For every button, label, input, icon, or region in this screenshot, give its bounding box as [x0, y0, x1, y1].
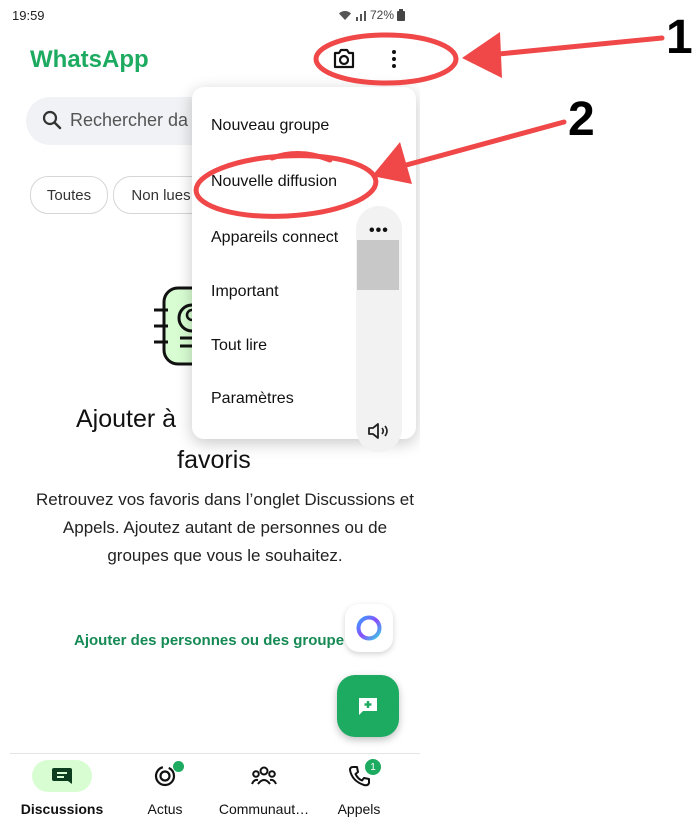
chat-icon — [52, 768, 72, 784]
search-icon — [42, 110, 62, 130]
updates-dot — [173, 761, 184, 772]
menu-item-new-group[interactable]: Nouveau groupe — [211, 117, 329, 135]
nav-label: Actus — [147, 801, 183, 817]
bottom-nav-divider — [10, 753, 420, 754]
meta-ai-icon — [356, 615, 382, 641]
status-indicators: 72% — [338, 8, 406, 22]
nav-label: Communaut… — [218, 801, 310, 817]
calls-badge: 1 — [365, 759, 381, 775]
new-chat-icon — [359, 698, 377, 715]
empty-state-title-line2: favoris — [177, 446, 251, 474]
speaker-icon[interactable] — [366, 420, 392, 442]
nav-label: Discussions — [20, 801, 104, 817]
arrow-1-head — [462, 32, 502, 78]
menu-item-settings[interactable]: Paramètres — [211, 390, 294, 408]
app-title: WhatsApp — [30, 46, 149, 73]
menu-item-new-broadcast[interactable]: Nouvelle diffusion — [211, 173, 337, 191]
communities-icon — [251, 766, 277, 785]
meta-ai-button[interactable] — [345, 604, 393, 652]
menu-item-read-all[interactable]: Tout lire — [211, 337, 267, 355]
battery-icon — [397, 9, 406, 21]
camera-icon — [333, 48, 355, 69]
volume-slider[interactable] — [357, 240, 399, 290]
status-time: 19:59 — [12, 8, 45, 23]
more-options-icon — [392, 50, 396, 54]
camera-button[interactable] — [332, 48, 356, 70]
search-input[interactable]: Rechercher da — [70, 110, 188, 131]
signal-icon — [356, 10, 366, 21]
nav-communities[interactable]: Communaut… — [214, 760, 314, 832]
volume-more-icon[interactable]: ••• — [369, 222, 389, 240]
nav-label: Appels — [337, 801, 381, 817]
empty-state-description: Retrouvez vos favoris dans l’onglet Disc… — [36, 490, 414, 565]
nav-appels[interactable]: 1 Appels — [309, 759, 409, 832]
menu-item-starred[interactable]: Important — [211, 283, 279, 301]
battery-percent: 72% — [370, 8, 395, 22]
annotation-label-2: 2 — [568, 93, 595, 146]
annotation-label-1: 1 — [666, 11, 693, 64]
nav-actus[interactable]: Actus — [115, 760, 215, 832]
new-chat-button[interactable] — [337, 675, 399, 737]
phone-screen: 19:59 72% WhatsApp Rechercher da Toutes … — [0, 0, 420, 832]
nav-discussions[interactable]: Discussions — [12, 760, 112, 832]
filter-chip-all[interactable]: Toutes — [30, 176, 108, 214]
arrow-1-shaft — [475, 35, 665, 59]
wifi-icon — [339, 10, 351, 20]
menu-item-linked-devices[interactable]: Appareils connect — [211, 229, 338, 247]
more-options-button[interactable] — [384, 44, 404, 74]
